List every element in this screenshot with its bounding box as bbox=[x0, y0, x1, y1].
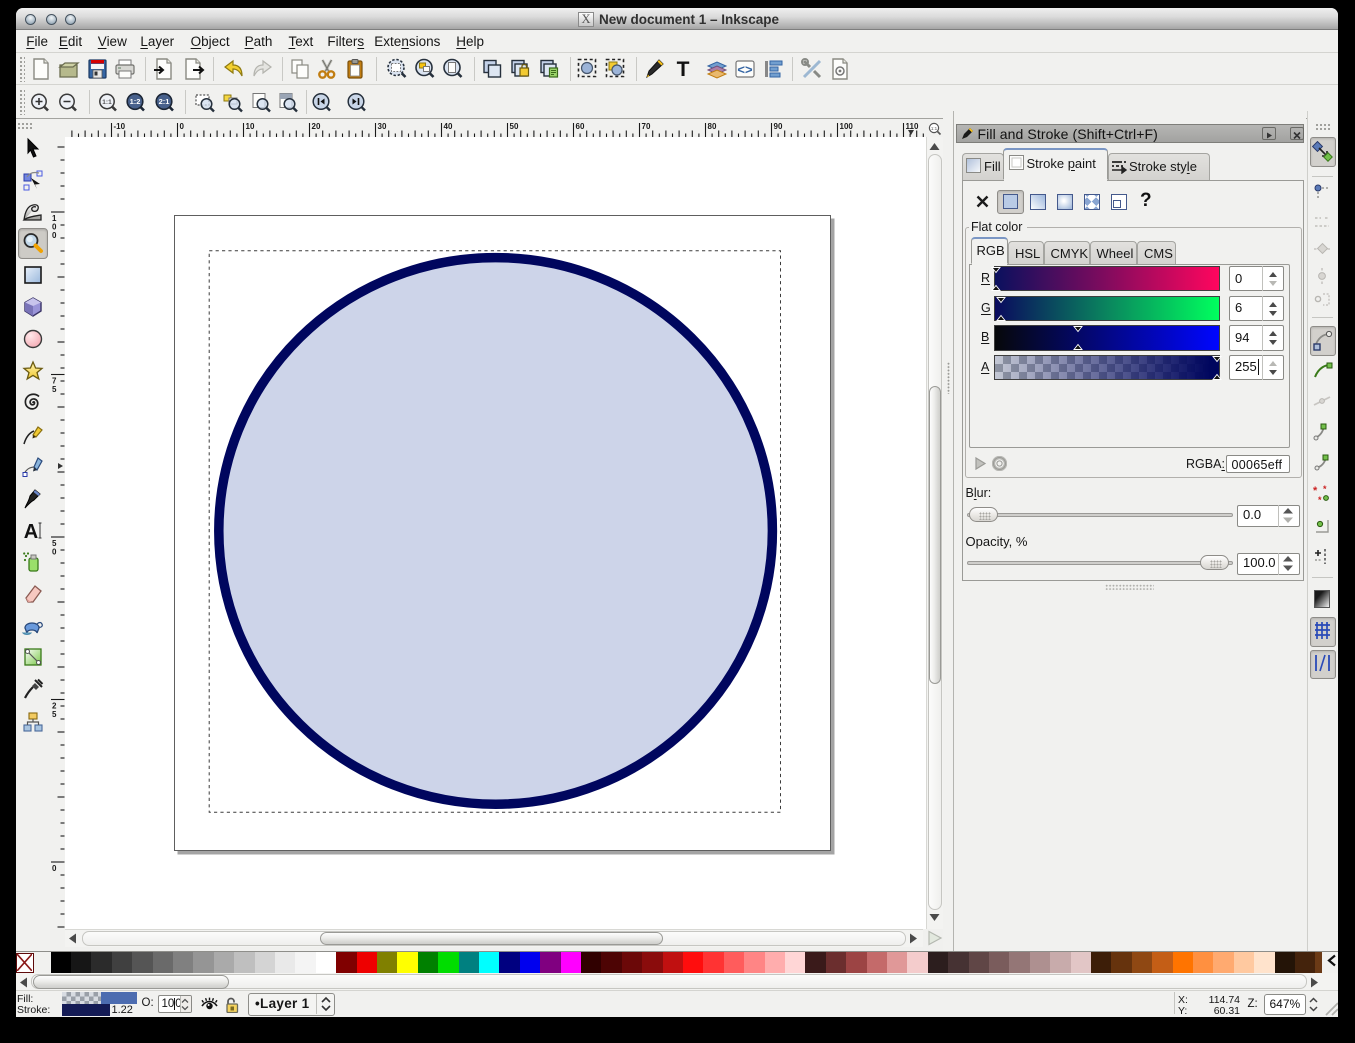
svg-text:20: 20 bbox=[311, 122, 320, 131]
svg-text:50: 50 bbox=[509, 122, 518, 131]
svg-text:5: 5 bbox=[52, 385, 57, 394]
svg-text:*: * bbox=[1323, 484, 1327, 494]
svg-text:T: T bbox=[677, 58, 690, 81]
svg-text:0: 0 bbox=[52, 548, 57, 557]
svg-text:0: 0 bbox=[52, 231, 57, 240]
svg-text:30: 30 bbox=[377, 122, 386, 131]
svg-text:-10: -10 bbox=[113, 122, 125, 131]
svg-text:1:2: 1:2 bbox=[130, 97, 141, 106]
svg-text:<>: <> bbox=[737, 62, 753, 77]
svg-text:2:1: 2:1 bbox=[159, 97, 170, 106]
svg-text:5: 5 bbox=[52, 710, 57, 719]
svg-text:100: 100 bbox=[839, 122, 853, 131]
svg-text:0: 0 bbox=[52, 864, 57, 873]
svg-text:40: 40 bbox=[443, 122, 452, 131]
svg-text:80: 80 bbox=[707, 122, 716, 131]
svg-text:1:1: 1:1 bbox=[931, 126, 938, 131]
svg-text:1:1: 1:1 bbox=[102, 99, 112, 106]
svg-text:0: 0 bbox=[179, 122, 184, 131]
svg-text:A: A bbox=[24, 521, 38, 542]
svg-text:10: 10 bbox=[245, 122, 254, 131]
svg-text:110: 110 bbox=[905, 122, 918, 131]
svg-text:90: 90 bbox=[773, 122, 782, 131]
svg-text:70: 70 bbox=[641, 122, 650, 131]
svg-text:*: * bbox=[1318, 495, 1322, 505]
svg-text:60: 60 bbox=[575, 122, 584, 131]
